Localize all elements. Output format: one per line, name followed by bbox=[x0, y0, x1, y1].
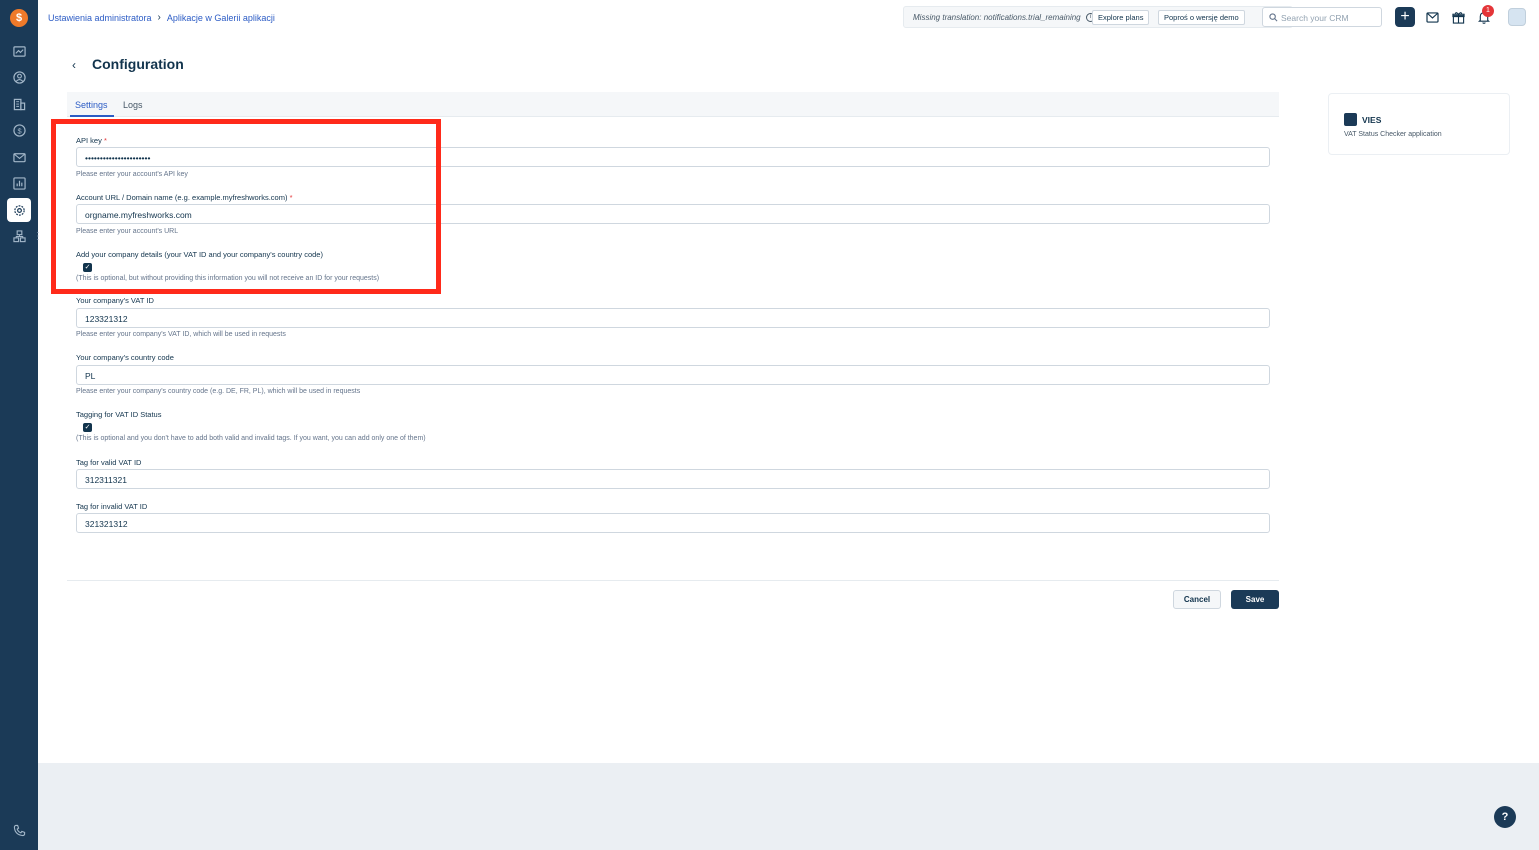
breadcrumb: Ustawienia administratora › Aplikacje w … bbox=[48, 12, 275, 23]
trial-text: Missing translation: notifications.trial… bbox=[913, 13, 1081, 22]
explore-plans-button[interactable]: Explore plans bbox=[1092, 10, 1150, 25]
breadcrumb-marketplace-apps[interactable]: Aplikacje w Galerii aplikacji bbox=[167, 13, 275, 23]
tab-logs[interactable]: Logs bbox=[123, 100, 143, 110]
mail-icon[interactable] bbox=[1424, 9, 1440, 25]
vies-logo-icon bbox=[1344, 113, 1357, 126]
country-code-field[interactable]: PL bbox=[76, 365, 1270, 385]
reports-icon[interactable] bbox=[7, 171, 31, 195]
accounts-icon[interactable] bbox=[7, 92, 31, 116]
svg-text:$: $ bbox=[17, 126, 21, 135]
trial-banner: Missing translation: notifications.trial… bbox=[903, 6, 1293, 28]
left-sidebar: $ $ ⋮ bbox=[0, 0, 43, 850]
invalid-tag-label: Tag for invalid VAT ID bbox=[76, 502, 148, 511]
apps-menu-dots-icon[interactable]: ⋮ bbox=[33, 232, 43, 242]
vat-id-value: 123321312 bbox=[85, 314, 128, 324]
notification-count-badge: 1 bbox=[1482, 5, 1494, 17]
valid-tag-field[interactable]: 312311321 bbox=[76, 469, 1270, 489]
search-placeholder: Search your CRM bbox=[1281, 13, 1349, 23]
cancel-button[interactable]: Cancel bbox=[1173, 590, 1221, 609]
user-avatar[interactable] bbox=[1508, 8, 1526, 26]
deals-icon[interactable]: $ bbox=[7, 118, 31, 142]
contacts-icon[interactable] bbox=[7, 65, 31, 89]
top-bar: Ustawienia administratora › Aplikacje w … bbox=[38, 0, 1539, 35]
settings-icon[interactable] bbox=[7, 198, 31, 222]
valid-tag-label: Tag for valid VAT ID bbox=[76, 458, 142, 467]
country-code-value: PL bbox=[85, 371, 96, 381]
vat-id-label: Your company's VAT ID bbox=[76, 296, 154, 305]
breadcrumb-admin-settings[interactable]: Ustawienia administratora bbox=[48, 13, 152, 23]
vat-id-field[interactable]: 123321312 bbox=[76, 308, 1270, 328]
dashboard-icon[interactable] bbox=[7, 39, 31, 63]
add-new-button[interactable]: + bbox=[1395, 7, 1415, 27]
mail-icon[interactable] bbox=[7, 145, 31, 169]
search-input[interactable]: Search your CRM bbox=[1262, 7, 1382, 27]
app-name: VIES bbox=[1362, 115, 1382, 125]
app-info-card: VIES VAT Status Checker application bbox=[1328, 93, 1510, 155]
chevron-right-icon: › bbox=[157, 12, 161, 23]
tagging-hint: (This is optional and you don't have to … bbox=[76, 435, 426, 442]
phone-icon[interactable] bbox=[7, 818, 31, 842]
gift-icon[interactable] bbox=[1450, 9, 1466, 25]
invalid-tag-value: 321321312 bbox=[85, 519, 128, 529]
tagging-checkbox[interactable]: ✓ bbox=[83, 423, 92, 432]
invalid-tag-field[interactable]: 321321312 bbox=[76, 513, 1270, 533]
freshworks-logo-icon[interactable]: $ bbox=[10, 9, 28, 27]
help-button[interactable]: ? bbox=[1494, 806, 1516, 828]
valid-tag-value: 312311321 bbox=[85, 475, 127, 485]
save-button[interactable]: Save bbox=[1231, 590, 1279, 609]
form-divider bbox=[67, 580, 1279, 581]
tab-bar: Settings Logs bbox=[67, 92, 1279, 117]
footer-area bbox=[38, 763, 1539, 850]
tagging-label: Tagging for VAT ID Status bbox=[76, 410, 162, 419]
page-title: Configuration bbox=[92, 56, 184, 72]
country-code-hint: Please enter your company's country code… bbox=[76, 388, 361, 395]
apps-icon[interactable] bbox=[7, 224, 31, 248]
vat-id-hint: Please enter your company's VAT ID, whic… bbox=[76, 331, 286, 338]
active-tab-indicator bbox=[70, 115, 114, 117]
country-code-label: Your company's country code bbox=[76, 353, 174, 362]
app-description: VAT Status Checker application bbox=[1344, 131, 1442, 138]
highlight-box bbox=[51, 119, 441, 294]
tab-settings[interactable]: Settings bbox=[75, 100, 108, 110]
back-arrow-icon[interactable]: ‹ bbox=[72, 58, 76, 72]
search-icon bbox=[1269, 13, 1278, 22]
request-demo-button[interactable]: Poproś o wersję demo bbox=[1158, 10, 1245, 25]
